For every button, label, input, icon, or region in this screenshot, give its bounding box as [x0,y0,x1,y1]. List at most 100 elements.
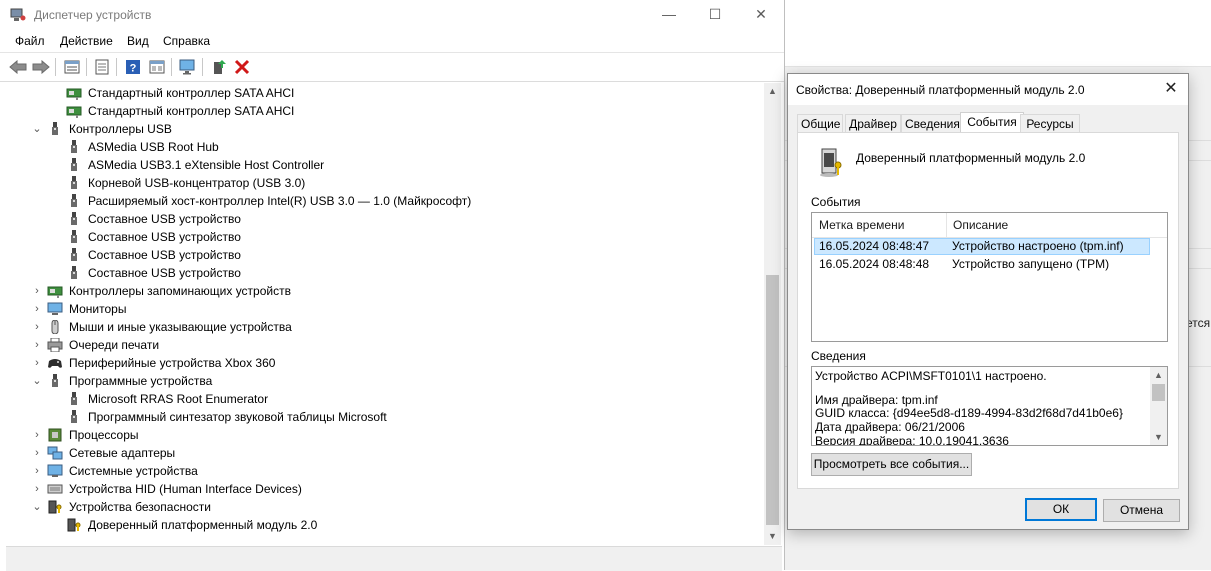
tree-item[interactable]: Составное USB устройство [6,246,756,264]
tree-item[interactable]: Стандартный контроллер SATA AHCI [6,102,756,120]
tree-item[interactable]: ⌄ Устройства безопасности [6,498,756,516]
tree-item[interactable]: › Мыши и иные указывающие устройства [6,318,756,336]
system-device-icon [47,464,63,478]
properties-icon[interactable] [62,57,82,77]
update-driver-icon[interactable] [209,57,229,77]
svg-text:?: ? [130,63,137,75]
chevron-right-icon[interactable]: › [31,318,43,336]
back-arrow-icon[interactable] [8,57,28,77]
tree-item[interactable]: › Процессоры [6,426,756,444]
tree-item[interactable]: Доверенный платформенный модуль 2.0 [6,516,756,534]
usb-icon [47,122,63,136]
tree-item[interactable]: › Системные устройства [6,462,756,480]
chevron-down-icon[interactable]: ⌄ [31,120,43,138]
tab-details[interactable]: Сведения [901,114,963,133]
tree-item[interactable]: Составное USB устройство [6,228,756,246]
tab-events[interactable]: События [960,112,1024,134]
tree-item-label: Контроллеры запоминающих устройств [69,284,291,298]
security-device-icon [47,500,63,514]
ok-button[interactable]: ОК [1025,498,1097,521]
tree-item-label: Корневой USB-концентратор (USB 3.0) [88,176,306,190]
tree-item[interactable]: ASMedia USB Root Hub [6,138,756,156]
uninstall-icon[interactable] [232,57,252,77]
tree-item[interactable]: Корневой USB-концентратор (USB 3.0) [6,174,756,192]
chevron-right-icon[interactable]: › [31,480,43,498]
device-name: Доверенный платформенный модуль 2.0 [856,151,1086,165]
scroll-up-arrow-icon[interactable]: ▲ [1150,367,1167,383]
column-header-timestamp[interactable]: Метка времени [819,218,904,232]
network-icon [47,446,63,460]
tree-item[interactable]: › Очереди печати [6,336,756,354]
close-button[interactable]: ✕ [738,0,784,30]
status-bar [6,546,782,571]
tree-item-label: ASMedia USB Root Hub [88,140,219,154]
device-tree[interactable]: Стандартный контроллер SATA AHCI Стандарт… [6,83,764,545]
tree-item[interactable]: › Мониторы [6,300,756,318]
menu-action[interactable]: Действие [60,34,113,48]
hid-icon [47,482,63,496]
tab-resources[interactable]: Ресурсы [1020,114,1080,133]
chevron-right-icon[interactable]: › [31,444,43,462]
tree-item[interactable]: ⌄ Программные устройства [6,372,756,390]
tab-driver[interactable]: Драйвер [845,114,901,133]
cancel-button[interactable]: Отмена [1103,499,1180,522]
scroll-down-arrow-icon[interactable]: ▼ [1150,429,1167,445]
chevron-right-icon[interactable]: › [31,300,43,318]
tree-item[interactable]: Microsoft RRAS Root Enumerator [6,390,756,408]
background-strip [784,0,1211,36]
chevron-down-icon[interactable]: ⌄ [31,372,43,390]
chevron-right-icon[interactable]: › [31,282,43,300]
tree-item[interactable]: Составное USB устройство [6,264,756,282]
tree-item[interactable]: Расширяемый хост-контроллер Intel(R) USB… [6,192,756,210]
maximize-button[interactable]: ☐ [692,0,738,30]
events-list[interactable]: Метка времени Описание 16.05.2024 08:48:… [811,212,1168,342]
chevron-right-icon[interactable]: › [31,462,43,480]
details-line: GUID класса: {d94ee5d8-d189-4994-83d2f68… [815,406,1123,420]
tree-item[interactable]: ⌄ Контроллеры USB [6,120,756,138]
scroll-thumb[interactable] [766,275,779,525]
help-icon[interactable]: ? [123,57,143,77]
tree-item[interactable]: › Контроллеры запоминающих устройств [6,282,756,300]
details-scrollbar[interactable]: ▲ ▼ [1150,367,1167,445]
chevron-right-icon[interactable]: › [31,354,43,372]
tree-item-label: Программные устройства [69,374,213,388]
event-row[interactable]: 16.05.2024 08:48:47 Устройство настроено… [814,238,1150,255]
tree-item[interactable]: Программный синтезатор звуковой таблицы … [6,408,756,426]
tree-item-label: Расширяемый хост-контроллер Intel(R) USB… [88,194,472,208]
chevron-down-icon[interactable]: ⌄ [31,498,43,516]
tree-item[interactable]: › Сетевые адаптеры [6,444,756,462]
column-header-description[interactable]: Описание [953,218,1008,232]
tree-item-label: Очереди печати [69,338,160,352]
tree-item[interactable]: ASMedia USB3.1 eXtensible Host Controlle… [6,156,756,174]
view-all-events-button[interactable]: Просмотреть все события... [811,453,972,476]
scroll-thumb[interactable] [1152,384,1165,401]
tree-item[interactable]: › Устройства HID (Human Interface Devices… [6,480,756,498]
event-description: Устройство запущено (TPM) [952,257,1110,271]
menu-view[interactable]: Вид [127,34,149,48]
details-line: Дата драйвера: 06/21/2006 [815,420,965,434]
view-icon[interactable] [147,57,167,77]
scan-hardware-icon[interactable] [178,57,198,77]
tree-item-label: Составное USB устройство [88,248,241,262]
event-row[interactable]: 16.05.2024 08:48:48 Устройство запущено … [814,256,1148,273]
event-time: 16.05.2024 08:48:48 [819,257,930,271]
tree-item[interactable]: Составное USB устройство [6,210,756,228]
tree-item-label: Составное USB устройство [88,266,241,280]
tree-item[interactable]: › Периферийные устройства Xbox 360 [6,354,756,372]
dialog-close-button[interactable]: ✕ [1154,74,1188,105]
show-hidden-icon[interactable] [92,57,112,77]
menu-help[interactable]: Справка [163,34,210,48]
tab-general[interactable]: Общие [797,114,843,133]
minimize-button[interactable]: — [646,0,692,30]
tree-scrollbar[interactable]: ▲ ▼ [764,83,781,545]
chevron-right-icon[interactable]: › [31,336,43,354]
tree-item[interactable]: Стандартный контроллер SATA AHCI [6,84,756,102]
toolbar-separator [86,58,87,76]
forward-arrow-icon[interactable] [31,57,51,77]
scroll-up-arrow-icon[interactable]: ▲ [764,83,781,100]
scroll-down-arrow-icon[interactable]: ▼ [764,528,781,545]
event-description: Устройство настроено (tpm.inf) [952,239,1124,253]
chevron-right-icon[interactable]: › [31,426,43,444]
details-textbox[interactable]: Устройство ACPI\MSFT0101\1 настроено. Им… [811,366,1168,446]
menu-file[interactable]: Файл [15,34,45,48]
